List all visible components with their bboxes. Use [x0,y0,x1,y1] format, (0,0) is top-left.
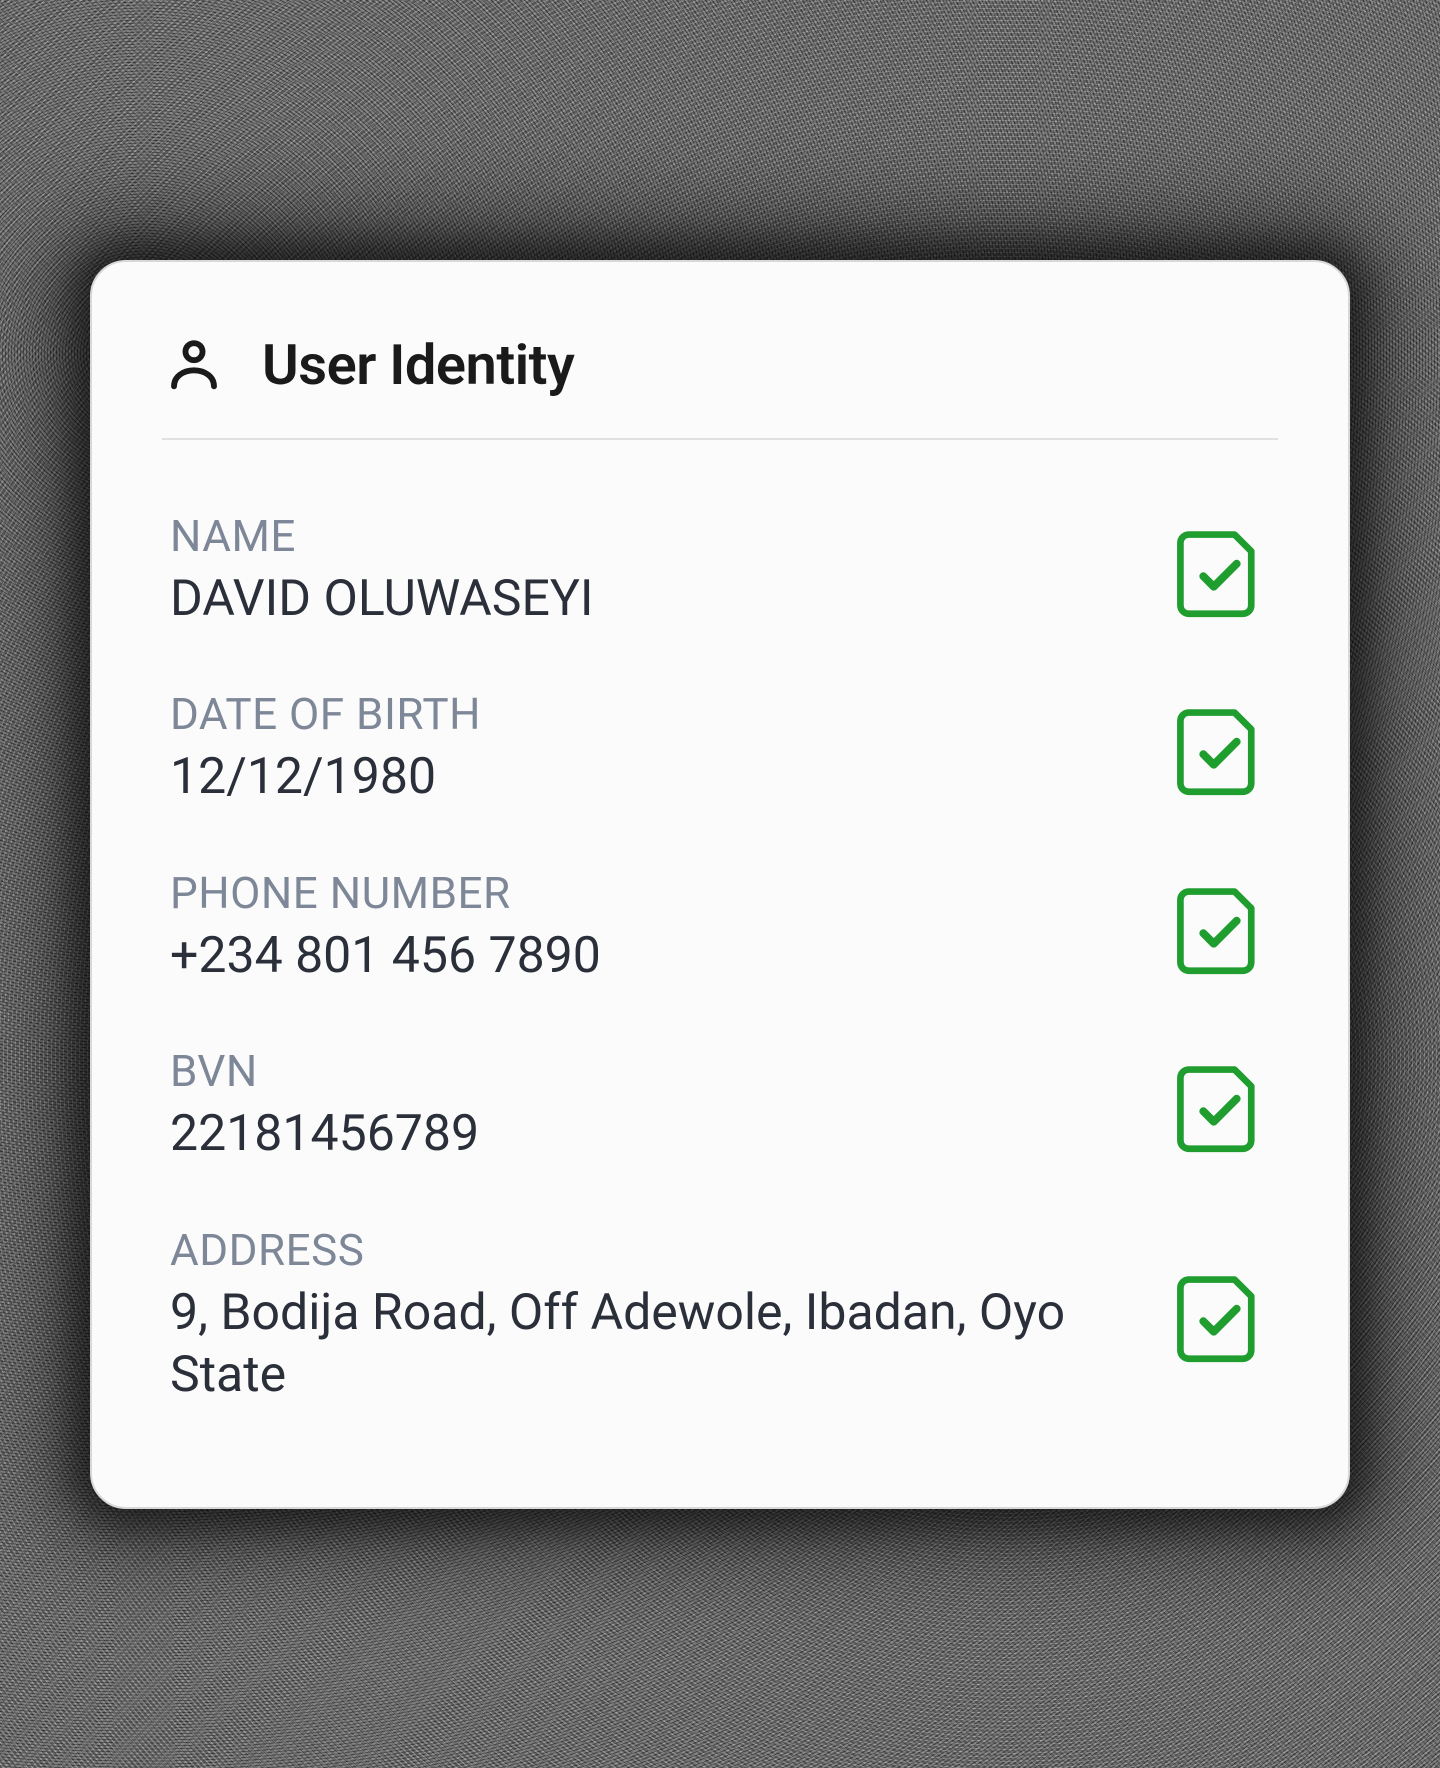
field-label: DATE OF BIRTH [170,688,1130,740]
fields-list: NAME DAVID OLUWASEYI DATE OF BIRTH 12/12… [162,510,1278,1407]
verified-document-icon [1170,877,1270,977]
field-value: 12/12/1980 [170,746,1130,809]
field-label: ADDRESS [170,1224,1130,1276]
field-label: PHONE NUMBER [170,867,1130,919]
field-text: NAME DAVID OLUWASEYI [170,510,1130,631]
field-text: PHONE NUMBER +234 801 456 7890 [170,867,1130,988]
field-row-name: NAME DAVID OLUWASEYI [170,510,1270,631]
card-header: User Identity [162,332,1278,440]
verified-document-icon [1170,698,1270,798]
verified-document-icon [1170,520,1270,620]
verified-document-icon [1170,1055,1270,1155]
field-text: BVN 22181456789 [170,1045,1130,1166]
field-value: 22181456789 [170,1103,1130,1166]
user-identity-card: User Identity NAME DAVID OLUWASEYI DATE … [90,260,1350,1509]
field-row-phone: PHONE NUMBER +234 801 456 7890 [170,867,1270,988]
field-label: BVN [170,1045,1130,1097]
field-row-bvn: BVN 22181456789 [170,1045,1270,1166]
card-title: User Identity [262,332,574,398]
field-row-address: ADDRESS 9, Bodija Road, Off Adewole, Iba… [170,1224,1270,1407]
field-text: DATE OF BIRTH 12/12/1980 [170,688,1130,809]
field-value: DAVID OLUWASEYI [170,568,1130,631]
verified-document-icon [1170,1265,1270,1365]
field-text: ADDRESS 9, Bodija Road, Off Adewole, Iba… [170,1224,1130,1407]
person-icon [162,333,226,397]
field-label: NAME [170,510,1130,562]
field-value: 9, Bodija Road, Off Adewole, Ibadan, Oyo… [170,1282,1130,1407]
field-value: +234 801 456 7890 [170,925,1130,988]
field-row-dob: DATE OF BIRTH 12/12/1980 [170,688,1270,809]
